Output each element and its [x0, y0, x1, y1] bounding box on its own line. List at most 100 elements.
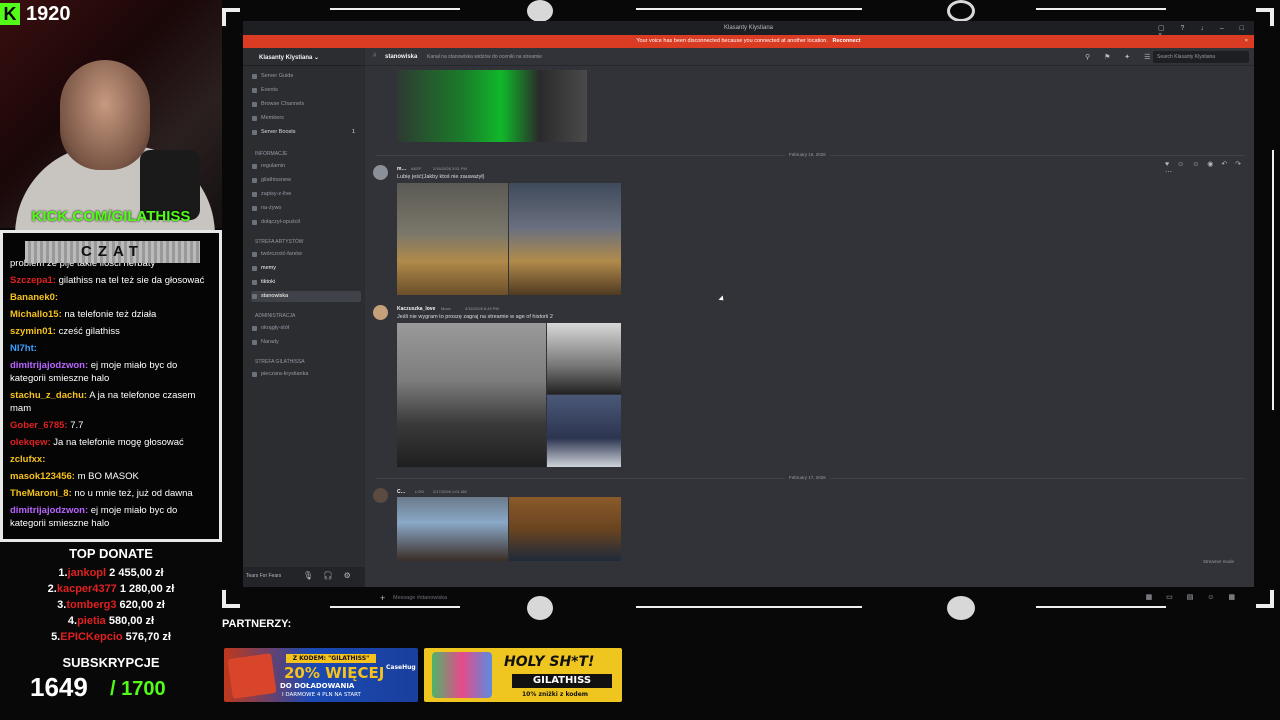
channel-item[interactable]: dołączył-opuścił [251, 217, 361, 228]
hash-icon [252, 178, 257, 183]
date-label: February 17, 2026 [785, 475, 830, 480]
search-input[interactable]: Search Klasanty Klystiana [1153, 51, 1249, 63]
sidebar-nav-item[interactable]: Server Boosts 1 [251, 127, 361, 138]
hash-icon [252, 294, 257, 299]
channel-category[interactable]: ADMINISTRACJA [251, 311, 295, 321]
chat-username[interactable]: masok123456: [10, 471, 75, 482]
chat-username[interactable]: Bananek0: [10, 292, 58, 303]
nav-icon [252, 102, 257, 107]
channel-label: gilathissnew [261, 177, 291, 183]
attachment-image[interactable] [509, 497, 621, 561]
donation-row: 1.jankopl 2 455,00 zł [0, 567, 222, 579]
sidebar-nav-item[interactable]: Browse Channels [251, 99, 361, 110]
hash-icon [252, 206, 257, 211]
channel-label: pieczara-krystianka [261, 371, 309, 377]
attachment-image[interactable] [547, 395, 621, 467]
attachment-image[interactable] [397, 183, 508, 295]
webcam-feed [0, 0, 222, 235]
plus-icon[interactable]: + [380, 591, 385, 605]
chat-username[interactable]: szymin01: [10, 326, 56, 337]
attachment-image[interactable] [397, 497, 508, 561]
chat-username[interactable]: TheMaroni_8: [10, 488, 72, 499]
chat-text: cześć gilathiss [58, 326, 120, 337]
channel-label: stanowiska [261, 293, 289, 299]
attachment-image[interactable] [397, 323, 546, 467]
message-actions[interactable]: ♥ ☺ ☺ ◉ ↶ ↷ ⋯ [1165, 160, 1254, 176]
donation-name: jankopl [67, 567, 107, 579]
chat-username[interactable]: dimitrijajodzwon: [10, 505, 88, 516]
channel-item[interactable]: na-żywo [251, 203, 361, 214]
donation-row: 2.kacper4377 1 280,00 zł [0, 583, 222, 595]
chat-username[interactable]: zclufxx: [10, 454, 45, 465]
channel-category[interactable]: INFORMACJE [251, 149, 288, 159]
donation-amount: 1 280,00 zł [119, 583, 175, 595]
attachment-image[interactable] [397, 70, 587, 142]
donation-name: tomberg3 [66, 599, 117, 611]
frame-line [330, 8, 460, 10]
chat-username[interactable]: stachu_z_dachu: [10, 390, 87, 401]
chat-username[interactable]: dimitrijajodzwon: [10, 360, 88, 371]
nav-icon [252, 74, 257, 79]
donation-row: 3.tomberg3 620,00 zł [0, 599, 222, 611]
chat-area: # stanowiska Kanał na stanowiska widzów … [365, 48, 1254, 603]
channel-item[interactable]: pieczara-krystianka [251, 369, 361, 380]
attachment-image[interactable] [509, 183, 621, 295]
channel-label: regulamin [261, 163, 286, 169]
channel-label: na-żywo [261, 205, 282, 211]
avatar[interactable] [373, 488, 388, 503]
user-controls[interactable]: 🎙 🎧 ⚙ [303, 571, 355, 580]
frame-corner [222, 604, 240, 608]
chat-message: Szczepa1: gilathiss na tel też sie da gł… [10, 274, 215, 287]
user-panel: Tears For Fears 🎙 🎧 ⚙ [243, 567, 365, 587]
sidebar-nav-item[interactable]: Events [251, 85, 361, 96]
avatar[interactable] [373, 165, 388, 180]
server-header[interactable]: Klasanty Klystiana ⌄ [243, 48, 365, 66]
channel-item[interactable]: regulamin [251, 161, 361, 172]
composer-icons[interactable]: ▦ ▭ ▤ ☺ ▦ [1146, 591, 1241, 605]
message-composer[interactable]: + Message #stanowiska ▦ ▭ ▤ ☺ ▦ [375, 591, 1245, 605]
channel-item[interactable]: gilathissnew [251, 175, 361, 186]
chat-text: no u mnie też, już od dawna [74, 488, 193, 499]
channel-item[interactable]: twórczość-fanów [251, 249, 361, 260]
message-author[interactable]: m… [397, 166, 406, 172]
channel-name: stanowiska [385, 54, 418, 60]
author-tag: AKEF [411, 166, 422, 171]
channel-item[interactable]: tiktoki [251, 277, 361, 288]
hash-icon [252, 220, 257, 225]
sidebar-nav-item[interactable]: Members [251, 113, 361, 124]
nav-label: Events [261, 87, 278, 93]
donation-amount: 580,00 zł [108, 615, 155, 627]
channel-item[interactable]: memy [251, 263, 361, 274]
header-icons[interactable]: ⚲ ⚑ ✦ ☰ [1085, 53, 1156, 61]
channel-topic: Kanał na stanowiska widzów do oceniki na… [427, 54, 543, 60]
attachment-image[interactable] [547, 323, 621, 394]
channel-item[interactable]: okrągły-stół [251, 323, 361, 334]
message-time: 2/16/2026 8:49 PM [465, 306, 499, 311]
reconnect-link[interactable]: Reconnect [833, 38, 861, 44]
voice-banner: Your voice has been disconnected because… [243, 35, 1254, 48]
chat-username[interactable]: Gober_6785: [10, 420, 68, 431]
donation-rank: 5. [51, 631, 61, 643]
close-icon[interactable]: × [1245, 35, 1248, 48]
sidebar-nav-item[interactable]: Server Guide [251, 71, 361, 82]
donation-name: EPICKepcio [60, 631, 123, 643]
brand-logo-icon [527, 0, 553, 22]
message-time: 2/17/2026 1:01 AM [433, 489, 467, 494]
avatar[interactable] [373, 305, 388, 320]
ad1-brand: CaseHug [386, 664, 416, 671]
channel-item[interactable]: stanowiska [251, 291, 361, 302]
chat-message: TheMaroni_8: no u mnie też, już od dawna [10, 487, 215, 500]
chat-username[interactable]: Szczepa1: [10, 275, 56, 286]
channel-item[interactable]: zapisy-z-live [251, 189, 361, 200]
message-author[interactable]: C… [397, 489, 406, 495]
chat-username[interactable]: NI7ht: [10, 343, 37, 354]
chat-username[interactable]: Michallo15: [10, 309, 62, 320]
message-author[interactable]: Kaczuszka_love [397, 306, 435, 312]
channel-category[interactable]: STREFA GILATHISSA [251, 357, 305, 367]
donation-amount: 620,00 zł [119, 599, 165, 611]
channel-category[interactable]: STREFA ARTYSTÓW [251, 237, 304, 247]
channel-item[interactable]: Narady [251, 337, 361, 348]
chat-message: zclufxx: [10, 453, 215, 466]
donation-row: 5.EPICKepcio 576,70 zł [0, 631, 222, 643]
chat-username[interactable]: olekqew: [10, 437, 51, 448]
